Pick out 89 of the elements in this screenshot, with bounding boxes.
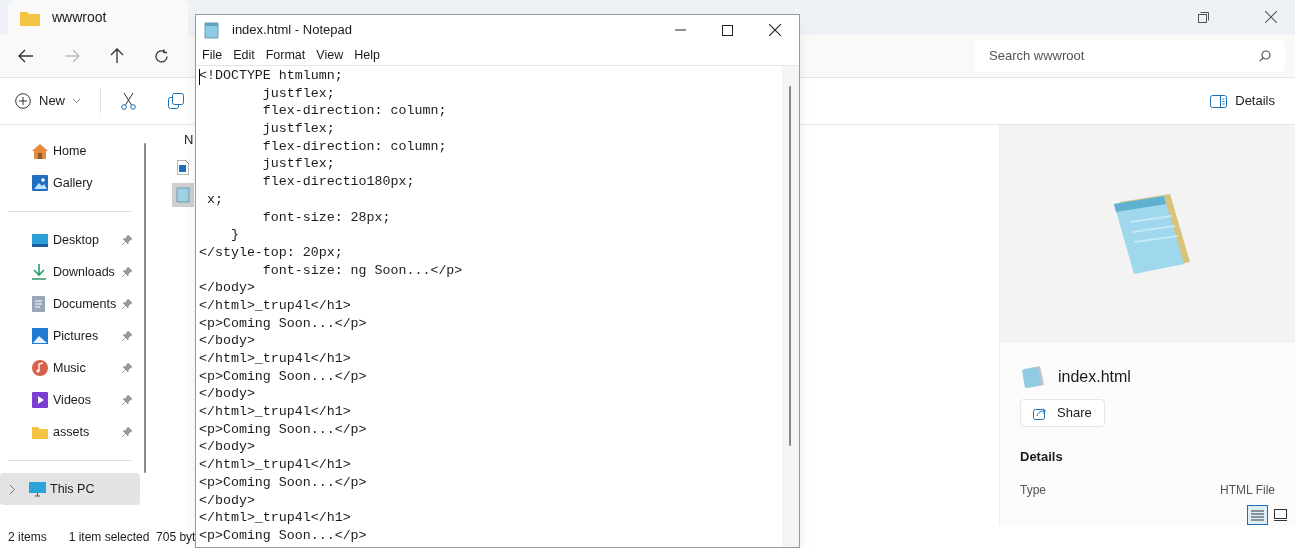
code-line: justflex; — [261, 120, 336, 138]
code-line: </html>_trup4l</h1> — [199, 296, 352, 315]
code-line: </html>_trup4l</h1> — [199, 350, 352, 368]
nav-item[interactable]: Pictures — [0, 320, 140, 352]
code-line: <p>Coming Soon...</p> — [199, 526, 368, 545]
music-note-icon — [32, 360, 48, 376]
search-icon — [1259, 50, 1271, 62]
details-button[interactable]: Details — [1210, 91, 1275, 111]
code-line: </html>_trup4l</h1> — [199, 509, 352, 527]
menu-item[interactable]: Format — [265, 45, 306, 65]
code-line: </body> — [199, 491, 256, 510]
scrollbar-thumb[interactable] — [789, 86, 791, 446]
nav-item[interactable]: Music — [0, 352, 140, 384]
code-line: </body> — [199, 385, 256, 404]
code-line: <p>Coming Soon...</p> — [199, 367, 368, 386]
code-line: <p>Coming Soon...</p> — [199, 314, 368, 333]
details-view-button[interactable] — [1247, 505, 1268, 525]
details-pane-icon — [1210, 94, 1228, 108]
desktop-icon — [32, 233, 48, 247]
web-file-icon — [177, 159, 189, 175]
code-line: <p>Coming Soon...</p> — [199, 420, 368, 439]
gallery-icon — [32, 175, 48, 191]
notepad-icon — [176, 187, 190, 203]
selection-info: 1 item selected 705 byt — [68, 529, 196, 546]
code-line: </style-top: 20px; — [199, 243, 344, 262]
menu-item[interactable]: View — [316, 45, 344, 65]
code-line: </body> — [199, 332, 256, 350]
code-line: flex-directio180px; — [261, 173, 416, 191]
maximize-icon[interactable] — [722, 24, 733, 36]
video-icon — [32, 392, 48, 408]
file-name: index.html — [1058, 367, 1131, 387]
menu-item[interactable]: Help — [354, 45, 380, 65]
share-icon — [1033, 406, 1047, 420]
scissors-icon[interactable] — [121, 92, 136, 110]
folder-icon — [20, 9, 40, 26]
property-value: HTML File — [1220, 481, 1275, 499]
notepad-icon — [204, 21, 220, 39]
nav-item[interactable]: This PC — [0, 473, 140, 505]
back-arrow-icon[interactable] — [18, 49, 34, 63]
picture-icon — [32, 328, 48, 344]
computer-icon — [29, 481, 46, 497]
refresh-icon[interactable] — [154, 48, 169, 64]
document-icon — [32, 296, 45, 312]
chevron-icon[interactable] — [10, 484, 15, 494]
folder-icon — [32, 425, 48, 439]
close-icon[interactable] — [769, 24, 781, 36]
item-count: 2 items — [8, 529, 47, 546]
nav-item[interactable]: Home — [0, 135, 140, 167]
nav-item[interactable]: assets — [0, 416, 140, 448]
nav-item[interactable]: Downloads — [0, 256, 140, 288]
property-label: Type — [1020, 481, 1046, 499]
code-line: font-size: ng Soon...</p> — [261, 261, 464, 280]
plus-circle-icon — [15, 93, 31, 109]
nav-item[interactable]: Videos — [0, 384, 140, 416]
code-line: </body> — [199, 438, 256, 457]
menu-item[interactable]: Edit — [233, 45, 255, 65]
nav-item[interactable]: Gallery — [0, 167, 140, 199]
code-line: x; — [205, 190, 224, 209]
nav-item[interactable]: Desktop — [0, 224, 140, 256]
nav-item[interactable]: Documents — [0, 288, 140, 320]
search-field[interactable]: Search wwwroot — [975, 40, 1285, 72]
share-button[interactable]: Share — [1020, 399, 1105, 427]
code-line: </body> — [199, 279, 256, 297]
download-icon — [32, 264, 46, 280]
code-line: </html>_trup4l</h1> — [199, 403, 352, 421]
notepad-icon — [1020, 365, 1046, 389]
code-line: flex-direction: column; — [261, 102, 448, 121]
copy-icon[interactable] — [168, 93, 184, 109]
code-line: font-size: 28px; — [261, 208, 392, 227]
caret-icon — [73, 99, 80, 103]
list-icon — [1251, 509, 1264, 521]
window-title: index.html - Notepad — [232, 21, 353, 40]
home-icon — [32, 143, 48, 159]
up-arrow-icon[interactable] — [110, 48, 124, 64]
tiles-icon — [1274, 509, 1287, 521]
menu-item[interactable]: File — [202, 45, 223, 65]
code-line: <!DOCTYPE htmlumn; — [199, 67, 344, 85]
section-heading: Details — [1020, 448, 1064, 466]
code-line: <p>Coming Soon...</p> — [199, 473, 368, 492]
restore-icon[interactable] — [1198, 12, 1209, 23]
close-icon[interactable] — [1265, 11, 1277, 23]
column-header[interactable]: N — [184, 130, 194, 150]
code-line: </html>_trup4l</h1> — [199, 456, 352, 474]
code-line: justflex; — [261, 155, 336, 174]
code-line: justflex; — [261, 84, 336, 103]
new-button[interactable]: New — [15, 91, 80, 111]
code-line: } — [229, 226, 240, 244]
code-line: flex-direction: column; — [261, 137, 448, 156]
tab-title[interactable]: wwwroot — [52, 7, 107, 28]
